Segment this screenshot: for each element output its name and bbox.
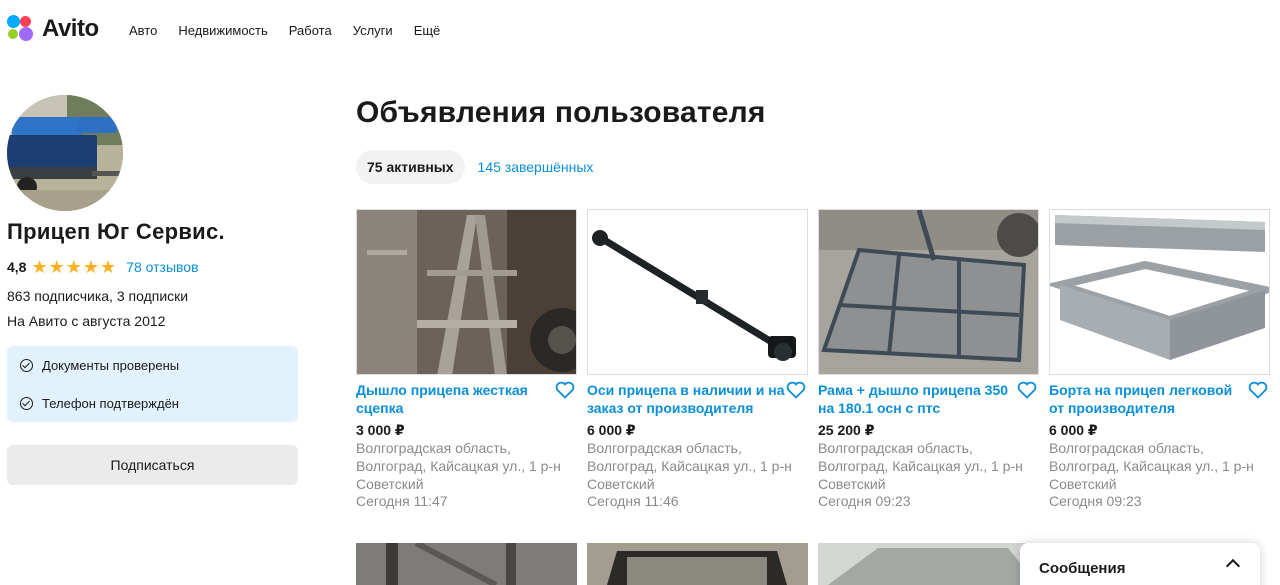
listing-address: Волгоградская область, Волгоград, Кайсац… — [587, 440, 792, 492]
listing-title[interactable]: Борта на прицеп легковой от производител… — [1049, 381, 1249, 417]
listing-image[interactable] — [356, 543, 577, 585]
listing-image[interactable] — [356, 209, 577, 375]
nav-item-services[interactable]: Услуги — [353, 23, 393, 38]
header: Avito Авто Недвижимость Работа Услуги Ещ… — [0, 0, 1280, 62]
verification-label: Документы проверены — [42, 357, 180, 373]
tab-completed-listings[interactable]: 145 завершённых — [478, 159, 594, 175]
tab-active-listings[interactable]: 75 активных — [356, 150, 465, 184]
member-since: На Авито с августа 2012 — [7, 313, 166, 329]
messages-label: Сообщения — [1039, 559, 1126, 577]
listing-price: 6 000 ₽ — [587, 422, 636, 438]
listing-address: Волгоградская область, Волгоград, Кайсац… — [356, 440, 561, 492]
page-title: Объявления пользователя — [356, 96, 766, 129]
heart-icon[interactable] — [1017, 381, 1037, 399]
listing-address: Волгоградская область, Волгоград, Кайсац… — [1049, 440, 1254, 492]
nav-item-jobs[interactable]: Работа — [289, 23, 332, 38]
listing-tabs: 75 активных 145 завершённых — [356, 150, 593, 184]
verification-label: Телефон подтверждён — [42, 395, 179, 411]
messages-panel[interactable]: Сообщения — [1020, 543, 1260, 585]
listing-title[interactable]: Оси прицепа в наличии и на заказ от прои… — [587, 381, 787, 417]
avatar[interactable] — [7, 95, 123, 211]
verification-phone: Телефон подтверждён — [7, 384, 298, 422]
listing-card[interactable]: Рама + дышло прицепа 350 на 180.1 осн с … — [818, 209, 1039, 509]
listing-image[interactable] — [587, 209, 808, 375]
star-icon: ★ — [100, 257, 117, 277]
listing-price: 25 200 ₽ — [818, 422, 875, 438]
check-circle-icon — [20, 396, 33, 410]
listing-card[interactable]: Дышло прицепа жесткая сцепка 3 000 ₽ Вол… — [356, 209, 577, 509]
listing-image[interactable] — [587, 543, 808, 585]
logo-text: Avito — [42, 15, 99, 42]
star-icon: ★ — [31, 257, 48, 277]
listing-card[interactable]: Оси прицепа в наличии и на заказ от прои… — [587, 209, 808, 509]
chevron-up-icon[interactable] — [1225, 558, 1241, 574]
listing-title[interactable]: Рама + дышло прицепа 350 на 180.1 осн с … — [818, 381, 1018, 417]
star-icon: ★ — [48, 257, 65, 277]
reviews-link[interactable]: 78 отзывов — [126, 259, 198, 275]
verification-documents: Документы проверены — [7, 346, 298, 384]
rating-row: 4,8 ★ ★ ★ ★ ★ 78 отзывов — [7, 258, 199, 276]
listing-card[interactable]: Борта на прицеп легковой от производител… — [1049, 209, 1270, 509]
top-nav: Авто Недвижимость Работа Услуги Ещё — [129, 23, 461, 38]
heart-icon[interactable] — [1248, 381, 1268, 399]
listing-image[interactable] — [1049, 209, 1270, 375]
listing-price: 3 000 ₽ — [356, 422, 405, 438]
listing-date: Сегодня 11:46 — [587, 493, 679, 509]
nav-item-auto[interactable]: Авто — [129, 23, 157, 38]
rating-stars: ★ ★ ★ ★ ★ — [31, 258, 116, 276]
listing-price: 6 000 ₽ — [1049, 422, 1098, 438]
subscribe-button[interactable]: Подписаться — [7, 445, 298, 485]
listing-image[interactable] — [818, 543, 1039, 585]
listing-date: Сегодня 09:23 — [818, 493, 911, 509]
listing-title[interactable]: Дышло прицепа жесткая сцепка — [356, 381, 556, 417]
subscribers-info[interactable]: 863 подписчика, 3 подписки — [7, 288, 188, 304]
rating-value: 4,8 — [7, 259, 27, 275]
nav-item-more[interactable]: Ещё — [414, 23, 441, 38]
listing-image[interactable] — [818, 209, 1039, 375]
listing-date: Сегодня 09:23 — [1049, 493, 1142, 509]
logo-dots-icon — [7, 15, 35, 43]
shop-name: Прицеп Юг Сервис. — [7, 219, 225, 244]
profile-sidebar: Прицеп Юг Сервис. 4,8 ★ ★ ★ ★ ★ 78 отзыв… — [7, 95, 298, 485]
listing-date: Сегодня 11:47 — [356, 493, 448, 509]
heart-icon[interactable] — [555, 381, 575, 399]
star-icon: ★ — [82, 257, 100, 277]
check-circle-icon — [20, 358, 33, 372]
heart-icon[interactable] — [786, 381, 806, 399]
nav-item-realty[interactable]: Недвижимость — [178, 23, 267, 38]
star-icon: ★ — [65, 257, 82, 277]
listing-address: Волгоградская область, Волгоград, Кайсац… — [818, 440, 1023, 492]
avito-logo[interactable]: Avito — [7, 14, 99, 44]
